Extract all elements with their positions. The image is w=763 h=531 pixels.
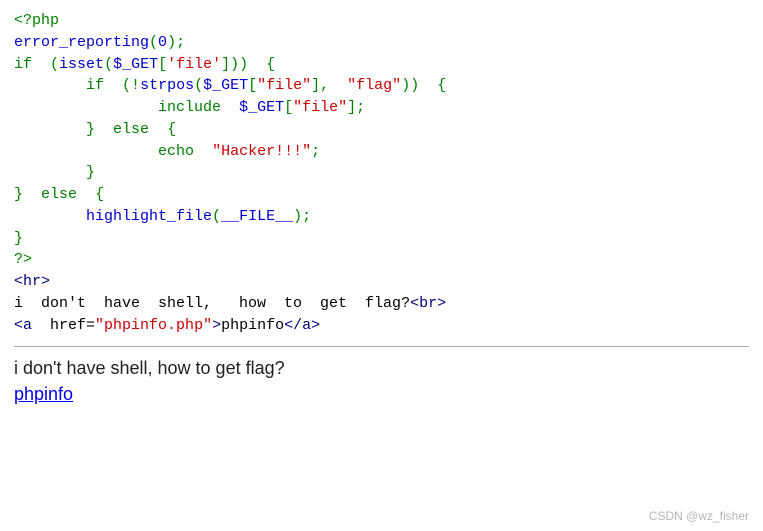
str-flag: "flag"	[347, 77, 401, 94]
rendered-output: i don't have shell, how to get flag? php…	[14, 355, 749, 407]
str-hacker: "Hacker!!!"	[212, 143, 311, 160]
href-attr: href=	[32, 317, 95, 334]
watermark: CSDN @wz_fisher	[649, 508, 749, 525]
kw-else-outer: else	[41, 186, 77, 203]
link-text-src: phpinfo	[221, 317, 284, 334]
kw-if-inner: if	[86, 77, 104, 94]
const-file: __FILE__	[221, 208, 293, 225]
divider	[14, 346, 749, 347]
kw-if: if	[14, 56, 32, 73]
phpinfo-link[interactable]: phpinfo	[14, 384, 73, 404]
kw-echo: echo	[158, 143, 194, 160]
br-lt: <	[410, 295, 419, 312]
br-gt: >	[437, 295, 446, 312]
br-tag: br	[419, 295, 437, 312]
str-file-dq: "file"	[257, 77, 311, 94]
fn-error-reporting: error_reporting	[14, 34, 149, 51]
href-val: "phpinfo.php"	[95, 317, 212, 334]
var-get: $_GET	[113, 56, 158, 73]
text-no-shell: i don't have shell, how to get flag?	[14, 295, 410, 312]
php-close-tag: ?>	[14, 251, 32, 268]
fn-highlight-file: highlight_file	[86, 208, 212, 225]
str-file-dq-2: "file"	[293, 99, 347, 116]
kw-else: else	[113, 121, 149, 138]
a-end-tag: </a>	[284, 317, 320, 334]
kw-include: include	[158, 99, 221, 116]
a-gt: >	[212, 317, 221, 334]
var-get-2: $_GET	[203, 77, 248, 94]
literal-zero: 0	[158, 34, 167, 51]
a-lt: <	[14, 317, 23, 334]
fn-strpos: strpos	[140, 77, 194, 94]
hr-lt: <	[14, 273, 23, 290]
rendered-question: i don't have shell, how to get flag?	[14, 355, 749, 381]
fn-isset: isset	[59, 56, 104, 73]
source-code-block: <?php error_reporting(0); if (isset($_GE…	[14, 10, 749, 336]
var-get-3: $_GET	[239, 99, 284, 116]
hr-tag: hr	[23, 273, 41, 290]
a-tag: a	[23, 317, 32, 334]
hr-gt: >	[41, 273, 50, 290]
php-open-tag: <?php	[14, 12, 59, 29]
str-file-sq: 'file'	[167, 56, 221, 73]
